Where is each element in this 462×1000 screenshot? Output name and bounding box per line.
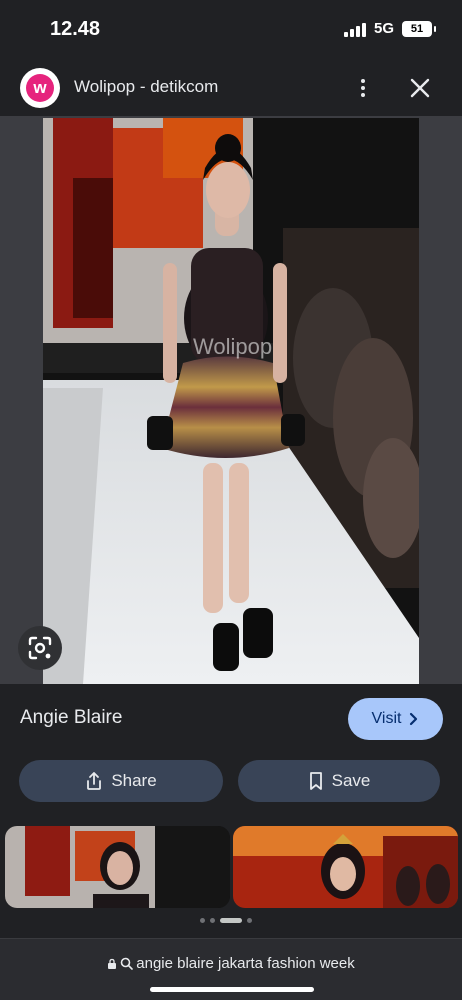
lock-icon bbox=[108, 958, 117, 969]
visit-button[interactable]: Visit bbox=[348, 698, 443, 740]
signal-icon bbox=[343, 21, 366, 37]
lens-search-button[interactable] bbox=[18, 626, 62, 670]
viewer-header: w Wolipop - detikcom bbox=[0, 60, 462, 116]
pager-dot bbox=[210, 918, 215, 923]
save-button[interactable]: Save bbox=[238, 760, 440, 802]
pager-dot bbox=[200, 918, 205, 923]
result-title[interactable]: Angie Blaire bbox=[20, 707, 122, 729]
share-label: Share bbox=[111, 771, 157, 790]
pager-dot bbox=[247, 918, 252, 923]
share-button[interactable]: Share bbox=[19, 760, 223, 802]
battery-icon: 51 bbox=[402, 20, 436, 37]
image-panel: Wolipop bbox=[0, 116, 462, 684]
network-label: 5G bbox=[373, 20, 394, 37]
lens-icon bbox=[28, 636, 52, 660]
search-icon bbox=[120, 957, 134, 970]
close-icon[interactable] bbox=[404, 72, 436, 104]
visit-label: Visit bbox=[371, 710, 402, 727]
site-logo-letter: w bbox=[26, 74, 54, 102]
related-image[interactable] bbox=[5, 826, 230, 908]
browser-bottom-bar: angie blaire jakarta fashion week bbox=[0, 938, 462, 1000]
related-image-2 bbox=[233, 826, 458, 908]
carousel-pager bbox=[200, 918, 252, 923]
result-image[interactable]: Wolipop bbox=[43, 118, 419, 684]
url-bar[interactable]: angie blaire jakarta fashion week bbox=[0, 955, 462, 972]
pager-dot-active bbox=[220, 918, 242, 923]
site-name: Wolipop - detikcom bbox=[74, 77, 219, 96]
status-bar: 12.48 5G 51 bbox=[0, 0, 462, 60]
related-images bbox=[0, 826, 462, 908]
runway-photo: Wolipop bbox=[43, 118, 419, 684]
more-options-icon[interactable] bbox=[350, 72, 376, 104]
bookmark-icon bbox=[309, 772, 322, 790]
save-label: Save bbox=[331, 771, 371, 790]
status-indicators: 5G 51 bbox=[343, 20, 436, 37]
home-indicator[interactable] bbox=[150, 987, 314, 992]
battery-level: 51 bbox=[410, 22, 424, 35]
search-query: angie blaire jakarta fashion week bbox=[136, 955, 355, 972]
watermark-text: Wolipop bbox=[193, 334, 272, 359]
related-image-1 bbox=[5, 826, 230, 908]
related-image[interactable] bbox=[233, 826, 458, 908]
site-logo: w bbox=[20, 68, 60, 108]
share-icon bbox=[87, 772, 102, 790]
chevron-right-icon bbox=[410, 712, 418, 726]
status-time: 12.48 bbox=[50, 18, 101, 40]
